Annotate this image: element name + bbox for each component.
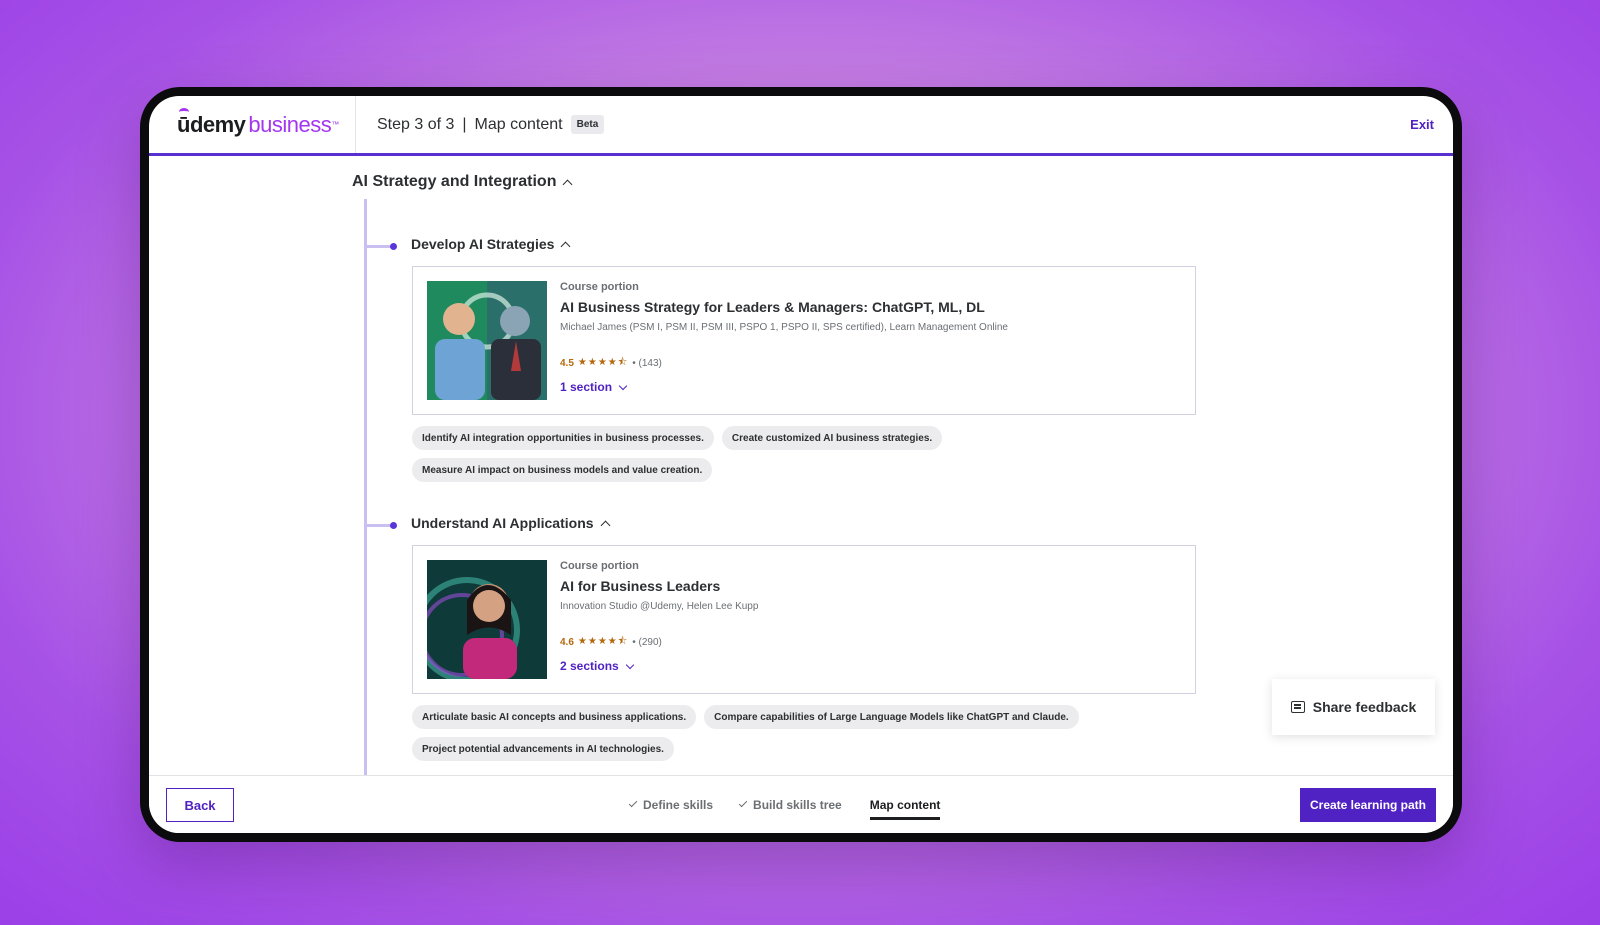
skill-title: Develop AI Strategies [411,236,555,252]
logo-business-text: business [248,111,332,137]
course-info: Course portion AI Business Strategy for … [560,281,1008,400]
share-feedback-button[interactable]: Share feedback [1272,679,1435,735]
chevron-up-icon [563,179,573,189]
course-info: Course portion AI for Business Leaders I… [560,560,758,679]
skill-tag: Create customized AI business strategies… [721,426,943,450]
create-learning-path-button[interactable]: Create learning path [1300,788,1436,822]
chevron-down-icon [618,381,628,390]
course-thumbnail [427,281,547,400]
feedback-label: Share feedback [1312,699,1417,715]
sections-dropdown[interactable]: 1 section [560,380,1008,394]
tree-node-dot [390,522,397,529]
sections-label: 2 sections [560,659,619,673]
check-icon [628,798,638,808]
course-card[interactable]: Course portion AI Business Strategy for … [412,266,1196,415]
section-title: AI Strategy and Integration [352,173,557,190]
progress-steps: Define skills Build skills tree Map cont… [628,776,941,833]
step-label: Map content [869,797,941,812]
step-name: Map content [474,115,563,133]
skill-header[interactable]: Understand AI Applications [411,515,610,531]
skill-tags: Identify AI integration opportunities in… [412,426,1172,482]
course-portion-label: Course portion [560,281,639,293]
step-count: Step 3 of 3 [377,115,455,133]
feedback-icon [1290,701,1305,713]
step-build-skills-tree[interactable]: Build skills tree [738,776,842,833]
bottom-bar: Back Define skills Build skills tree Map… [149,775,1453,833]
tree-node-dot [390,243,397,250]
step-define-skills[interactable]: Define skills [628,776,714,833]
course-card[interactable]: Course portion AI for Business Leaders I… [412,545,1196,694]
rating-value: 4.5 [560,358,574,369]
course-title[interactable]: AI for Business Leaders [560,578,758,594]
tree-branch-line [367,245,392,248]
sections-dropdown[interactable]: 2 sections [560,659,758,673]
beta-badge: Beta [570,115,605,134]
rating-value: 4.6 [560,637,574,648]
udemy-business-logo[interactable]: ūdemy business ™ [149,96,356,153]
exit-button[interactable]: Exit [1410,117,1434,132]
star-icons: ★★★★⯪ [577,636,629,647]
course-portion-label: Course portion [560,560,639,572]
tree-timeline-line [364,199,367,775]
top-header: ūdemy business ™ Step 3 of 3 | Map conte… [149,96,1453,156]
course-instructors: Michael James (PSM I, PSM II, PSM III, P… [560,322,1008,333]
step-label: Define skills [643,797,714,812]
skill-tags: Articulate basic AI concepts and busines… [412,705,1172,761]
chevron-up-icon [560,241,571,251]
skill-header[interactable]: Develop AI Strategies [411,236,571,252]
course-instructors: Innovation Studio @Udemy, Helen Lee Kupp [560,601,759,612]
sections-label: 1 section [560,380,613,394]
skill-title: Understand AI Applications [411,515,594,531]
step-map-content[interactable]: Map content [869,776,941,833]
course-rating: 4.5 ★★★★⯪ • (143) [560,355,1008,372]
skill-tag: Identify AI integration opportunities in… [412,426,714,450]
skill-tag: Project potential advancements in AI tec… [412,737,674,761]
step-indicator: Step 3 of 3 | Map content Beta [356,115,605,134]
step-label: Build skills tree [753,797,842,812]
device-frame: ūdemy business ™ Step 3 of 3 | Map conte… [140,87,1462,842]
logo-trademark: ™ [331,120,339,129]
star-icons: ★★★★⯪ [577,357,629,368]
check-icon [738,798,748,808]
app-screen: ūdemy business ™ Step 3 of 3 | Map conte… [149,96,1453,833]
tree-branch-line [367,524,392,527]
logo-udemy-text: ūdemy [177,107,246,137]
chevron-down-icon [625,660,634,669]
course-title[interactable]: AI Business Strategy for Leaders & Manag… [560,299,1008,315]
skill-tag: Articulate basic AI concepts and busines… [412,705,697,729]
course-rating: 4.6 ★★★★⯪ • (290) [560,634,758,651]
back-button[interactable]: Back [166,788,234,822]
review-count: • (143) [632,358,662,369]
skill-tag: Compare capabilities of Large Language M… [704,705,1079,729]
section-header[interactable]: AI Strategy and Integration [352,173,573,191]
course-thumbnail [427,560,547,679]
skill-tag: Measure AI impact on business models and… [412,458,713,482]
chevron-up-icon [600,520,610,530]
skills-tree-content[interactable]: AI Strategy and Integration Develop AI S… [149,159,1453,775]
review-count: • (290) [632,637,662,648]
step-separator: | [462,115,467,133]
